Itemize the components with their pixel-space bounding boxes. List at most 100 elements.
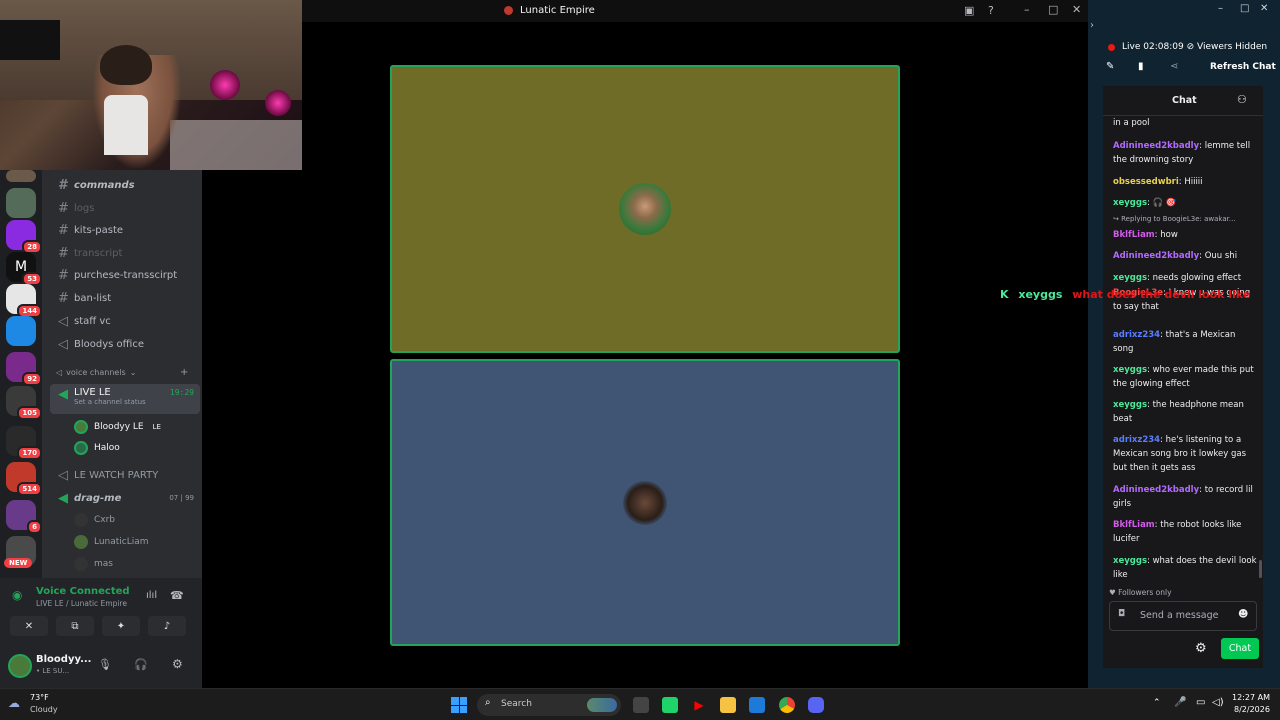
server-icon[interactable]: 92	[6, 352, 42, 386]
channel-drag-me[interactable]: ◀ drag-me 07 | 99	[50, 488, 200, 508]
participant-tile[interactable]	[390, 65, 900, 353]
help-icon[interactable]: ?	[988, 4, 994, 17]
soundboard-button[interactable]: ♪	[148, 616, 186, 636]
task-view-icon[interactable]	[633, 697, 649, 713]
server-icon[interactable]: 170	[6, 426, 42, 460]
maximize-icon[interactable]: □	[1240, 3, 1249, 14]
server-icon[interactable]: 6	[6, 500, 42, 534]
channel-purchese-transscirpt[interactable]: # purchese-transscirpt	[50, 265, 200, 285]
chat-username[interactable]: Adinineed2kbadly	[1113, 485, 1199, 495]
chrome-icon[interactable]	[779, 697, 795, 713]
chevron-right-icon[interactable]: ›	[1090, 20, 1094, 31]
chat-username[interactable]: xeyggs	[1113, 365, 1147, 375]
disconnect-icon[interactable]: ☎	[170, 589, 184, 602]
voice-user[interactable]: Bloodyy LE LE	[74, 418, 164, 436]
chat-username[interactable]: adrixz234	[1113, 330, 1160, 340]
speaker-icon: ◁	[58, 467, 68, 483]
share-icon[interactable]: ⋖	[1170, 61, 1178, 72]
chat-username[interactable]: BklfLiam	[1113, 520, 1155, 530]
server-icon[interactable]	[6, 188, 36, 218]
channel-live-le[interactable]: ◀ LIVE LE Set a channel status 19:29	[50, 384, 200, 414]
avatar	[74, 441, 88, 455]
user-list-icon[interactable]: ⚇	[1237, 93, 1247, 106]
server-icon[interactable]: 105	[6, 386, 42, 420]
chat-username[interactable]: obsessedwbri	[1113, 177, 1179, 187]
clock-time[interactable]: 12:27 AM	[1232, 693, 1270, 702]
windows-start-icon[interactable]	[451, 697, 467, 713]
chat-message: xeyggs: needs glowing effect	[1113, 271, 1258, 285]
weather-temp[interactable]: 73°F	[30, 693, 49, 702]
activities-button[interactable]: ✦	[102, 616, 140, 636]
voice-user[interactable]: LunaticLiam	[74, 533, 149, 551]
refresh-chat-button[interactable]: Refresh Chat	[1210, 62, 1276, 72]
kick-app-icon[interactable]	[662, 697, 678, 713]
chat-text: : how	[1154, 230, 1178, 240]
voice-user[interactable]: mas	[74, 555, 113, 573]
chat-username[interactable]: xeyggs	[1113, 273, 1147, 283]
voice-category[interactable]: ◁ voice channels ⌄	[56, 368, 136, 377]
channel-transcript[interactable]: # transcript	[50, 243, 200, 263]
screen-share-button[interactable]: ⧉	[56, 616, 94, 636]
add-channel-icon[interactable]: +	[180, 367, 188, 378]
emote-icon[interactable]: ☻	[1238, 609, 1248, 620]
microphone-icon[interactable]: 🎙	[98, 658, 112, 671]
discord-icon[interactable]	[808, 697, 824, 713]
server-icon[interactable]	[6, 170, 36, 182]
chat-text: ↪ Replying to BoogieL3e: awakar...	[1113, 215, 1236, 223]
channel-bloodys-office[interactable]: ◁ Bloodys office	[50, 334, 200, 354]
channel-staff-vc[interactable]: ◁ staff vc	[50, 311, 200, 331]
chat-username[interactable]: BklfLiam	[1113, 230, 1155, 240]
chat-username[interactable]: adrixz234	[1113, 435, 1160, 445]
chat-username[interactable]: Adinineed2kbadly	[1113, 141, 1199, 151]
headphones-icon[interactable]: 🎧	[134, 658, 148, 671]
camera-button[interactable]: ✕	[10, 616, 48, 636]
chat-username[interactable]: Adinineed2kbadly	[1113, 251, 1199, 261]
heart-icon: ♥	[1109, 588, 1116, 597]
chat-username[interactable]: xeyggs	[1113, 198, 1147, 208]
participant-tile[interactable]	[390, 359, 900, 646]
voice-user[interactable]: Haloo	[74, 439, 120, 457]
channel-watch-party[interactable]: ◁ LE WATCH PARTY	[50, 465, 200, 485]
noise-suppression-icon[interactable]: ılıl	[146, 590, 157, 601]
mail-icon[interactable]	[749, 697, 765, 713]
network-icon[interactable]: ▭	[1196, 697, 1205, 708]
channel-commands[interactable]: # commands	[50, 175, 200, 195]
gear-icon[interactable]: ⚙	[172, 657, 183, 671]
folder-icon[interactable]	[720, 697, 736, 713]
avatar[interactable]	[8, 654, 32, 678]
close-icon[interactable]: ✕	[1260, 3, 1268, 14]
close-icon[interactable]: ✕	[1072, 3, 1081, 16]
voice-user[interactable]: Cxrb	[74, 511, 115, 529]
inbox-icon[interactable]: ▣	[964, 4, 974, 17]
channel-ban-list[interactable]: # ban-list	[50, 288, 200, 308]
hash-icon: #	[58, 177, 68, 193]
microphone-icon[interactable]: 🎤	[1174, 697, 1186, 708]
server-icon[interactable]: 514	[6, 462, 42, 496]
clip-icon[interactable]: ▮	[1138, 61, 1144, 72]
gear-icon[interactable]: ⚙	[1195, 641, 1207, 656]
taskbar-search[interactable]: ⌕ Search	[477, 694, 621, 716]
chat-text: : Hiiiii	[1178, 177, 1203, 187]
server-icon[interactable]: 144	[6, 284, 42, 318]
maximize-icon[interactable]: □	[1048, 3, 1058, 16]
chat-username[interactable]: xeyggs	[1113, 556, 1147, 566]
chat-input[interactable]: ◘ Send a message ☻	[1109, 601, 1257, 631]
voice-status[interactable]: Voice Connected	[36, 586, 130, 597]
chat-message: xeyggs: 🎧 🎯	[1113, 196, 1258, 210]
minimize-icon[interactable]: –	[1024, 3, 1030, 16]
server-icon[interactable]	[6, 316, 36, 346]
hash-icon: #	[58, 290, 69, 306]
volume-icon[interactable]: ◁)	[1212, 697, 1224, 708]
chat-send-button[interactable]: Chat	[1221, 638, 1259, 659]
channel-kits-paste[interactable]: # kits-paste	[50, 220, 200, 240]
youtube-icon[interactable]: ▶	[691, 697, 707, 713]
server-icon[interactable]: 28	[6, 220, 42, 254]
chevron-up-icon[interactable]: ⌃	[1153, 698, 1161, 708]
edit-icon[interactable]: ✎	[1106, 61, 1114, 72]
hash-icon: #	[58, 245, 69, 261]
chat-username[interactable]: xeyggs	[1113, 400, 1147, 410]
server-icon[interactable]: M 53	[6, 252, 42, 286]
channel-logs[interactable]: # logs	[50, 198, 200, 218]
chat-scrollbar[interactable]	[1259, 560, 1262, 578]
minimize-icon[interactable]: –	[1218, 3, 1223, 14]
